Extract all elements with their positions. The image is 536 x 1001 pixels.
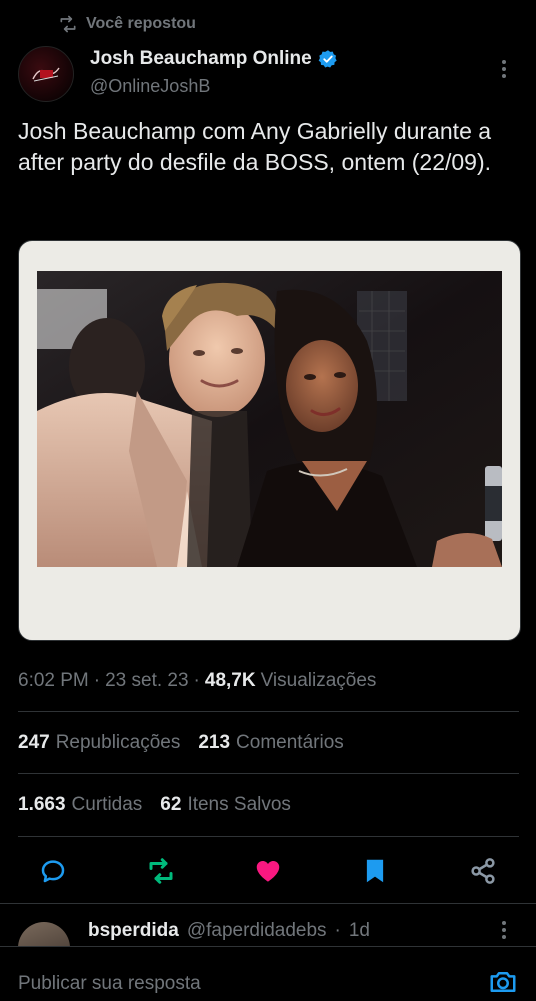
repost-label: Você repostou [86, 15, 196, 32]
comments-label: Comentários [236, 732, 344, 753]
reply-preview[interactable]: bsperdida @faperdidadebs · 1d [18, 916, 518, 974]
meta-separator: · [93, 670, 101, 691]
stats-row: 1.663 Curtidas 62 Itens Salvos [18, 794, 291, 816]
reposts-stat[interactable]: 247 Republicações [18, 732, 180, 754]
bookmark-icon [366, 859, 384, 883]
repost-button[interactable] [146, 856, 176, 886]
reply-button[interactable] [38, 856, 68, 886]
tweet-date[interactable]: 23 set. 23 [105, 670, 188, 692]
saves-label: Itens Salvos [187, 794, 291, 815]
author-name[interactable]: Josh Beauchamp Online [90, 48, 312, 70]
action-bar [18, 852, 518, 890]
heart-icon [256, 861, 280, 882]
divider [0, 903, 536, 904]
views-count[interactable]: 48,7K [205, 670, 256, 692]
likes-label: Curtidas [71, 794, 143, 815]
reply-icon [41, 860, 65, 883]
photo-polaroid [37, 271, 502, 567]
camera-icon[interactable] [488, 967, 518, 997]
more-options-icon[interactable] [494, 920, 514, 940]
stats-row: 247 Republicações 213 Comentários [18, 732, 344, 754]
more-options-icon[interactable] [494, 58, 514, 80]
tweet-header: Josh Beauchamp Online @OnlineJoshB [18, 44, 518, 102]
saves-count: 62 [160, 794, 182, 815]
reply-age: 1d [348, 920, 370, 941]
likes-stat[interactable]: 1.663 Curtidas [18, 794, 142, 816]
tweet-meta: 6:02 PM · 23 set. 23 · 48,7K Visualizaçõ… [18, 670, 376, 692]
tweet-time[interactable]: 6:02 PM [18, 670, 89, 692]
views-label[interactable]: Visualizações [261, 670, 377, 692]
comments-stat[interactable]: 213 Comentários [198, 732, 343, 754]
divider [18, 773, 519, 774]
tweet-text: Josh Beauchamp com Any Gabrielly durante… [18, 118, 492, 175]
reply-composer[interactable]: Publicar sua resposta [0, 946, 536, 1001]
verified-badge-icon [318, 50, 337, 68]
reply-handle[interactable]: @faperdidadebs [187, 920, 327, 942]
comments-count: 213 [198, 732, 231, 753]
divider [18, 836, 519, 837]
reply-input-placeholder[interactable]: Publicar sua resposta [18, 973, 201, 995]
bookmark-button[interactable] [360, 856, 390, 886]
author-handle[interactable]: @OnlineJoshB [90, 76, 210, 97]
tweet-photo[interactable] [18, 240, 521, 641]
reply-username[interactable]: bsperdida [88, 920, 179, 942]
profile-logo [32, 67, 60, 82]
like-button[interactable] [253, 856, 283, 886]
reply-separator: · [334, 920, 341, 941]
reposts-count: 247 [18, 732, 50, 753]
repost-icon [149, 858, 173, 884]
meta-separator: · [193, 670, 200, 691]
repost-indicator[interactable]: Você repostou [58, 14, 196, 34]
author-avatar[interactable] [18, 46, 74, 102]
share-icon [471, 858, 495, 884]
divider [18, 711, 519, 712]
repost-icon [60, 15, 76, 33]
share-button[interactable] [468, 856, 498, 886]
likes-count: 1.663 [18, 794, 66, 815]
saves-stat[interactable]: 62 Itens Salvos [160, 794, 291, 816]
reposts-label: Republicações [55, 732, 181, 753]
